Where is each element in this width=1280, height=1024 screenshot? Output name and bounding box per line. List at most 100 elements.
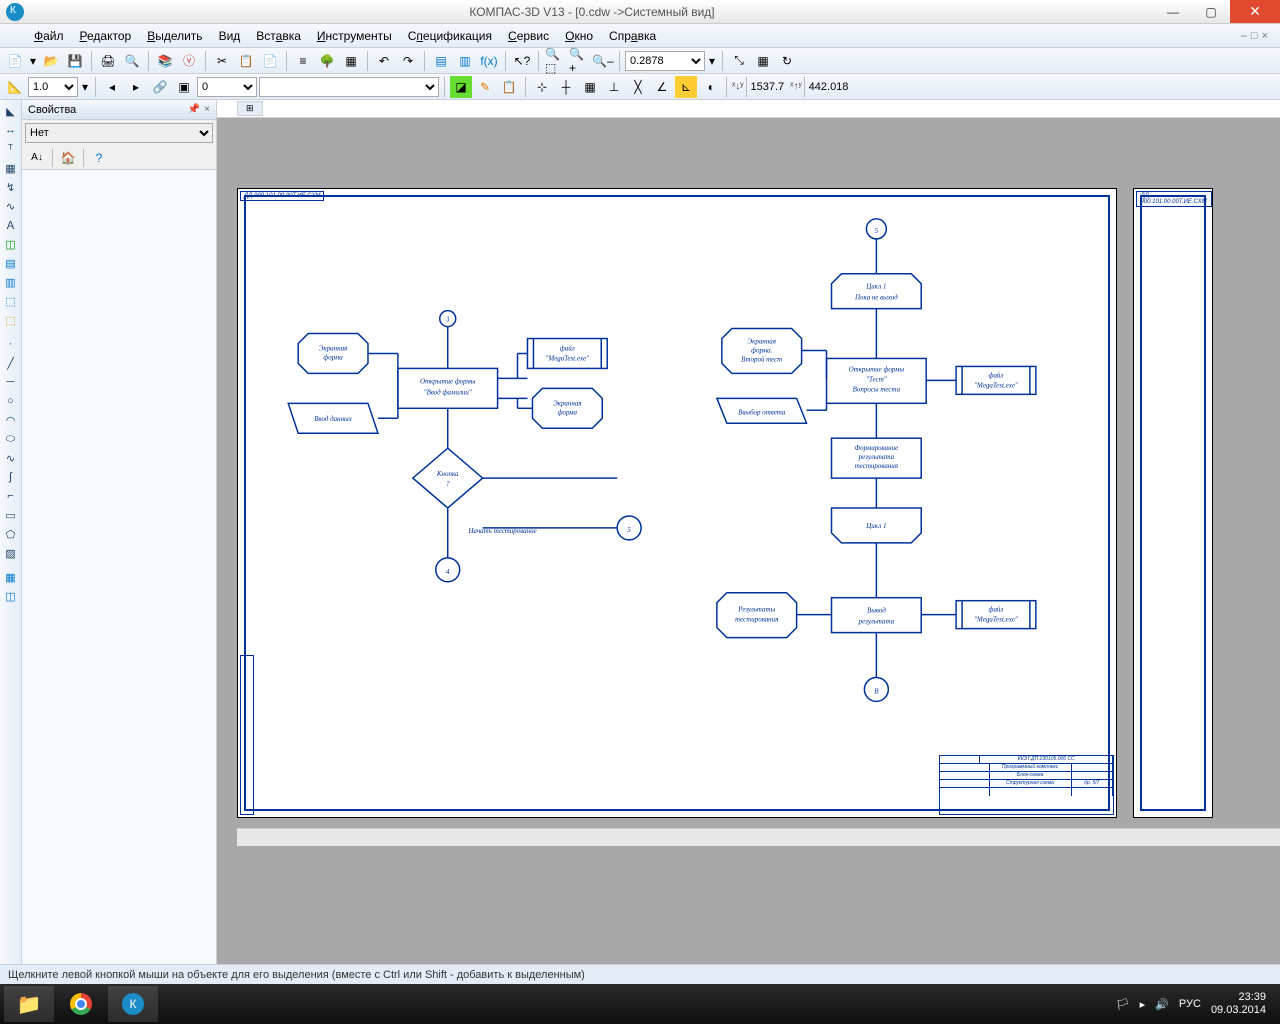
new-button[interactable]: 📄 (4, 50, 26, 72)
menu-view[interactable]: Вид (211, 26, 249, 46)
menu-edit[interactable]: Редактор (72, 26, 140, 46)
undo-button[interactable]: ↶ (373, 50, 395, 72)
open-button[interactable]: 📂 (40, 50, 62, 72)
geom-tool[interactable]: ◣ (1, 102, 21, 120)
kompas-taskbar-icon[interactable]: К (108, 986, 158, 1022)
snap-mid-button[interactable]: ┼ (555, 76, 577, 98)
tray-action-icon[interactable]: ▸ (1140, 998, 1146, 1011)
state-button[interactable]: 📋 (498, 76, 520, 98)
chrome-taskbar-icon[interactable] (56, 986, 106, 1022)
layers-button[interactable]: ▦ (340, 50, 362, 72)
menu-file[interactable]: Файл (26, 26, 72, 46)
scale-combo[interactable]: 1.0 (28, 77, 78, 97)
hline-tool[interactable]: ─ (1, 373, 21, 391)
pin-icon[interactable]: 📌 (188, 104, 200, 115)
save-button[interactable]: 💾 (64, 50, 86, 72)
zoom-out-button[interactable]: 🔍– (592, 50, 614, 72)
vars-button[interactable]: ⓥ (178, 50, 200, 72)
props-sort-button[interactable]: A↓ (26, 147, 48, 169)
edit-tool[interactable]: ↯ (1, 178, 21, 196)
measure-tool[interactable]: Ａ (1, 216, 21, 234)
zoom-combo[interactable]: 0.2878 (625, 51, 705, 71)
poly-tool[interactable]: ⬠ (1, 525, 21, 543)
fit-button[interactable]: ▦ (752, 50, 774, 72)
line-tool[interactable]: ╱ (1, 354, 21, 372)
menu-insert[interactable]: Вставка (248, 26, 309, 46)
curve-tool[interactable]: ʃ (1, 468, 21, 486)
print-button[interactable]: 🖨 (97, 50, 119, 72)
views2-tool[interactable]: ◫ (1, 587, 21, 605)
text-tool[interactable]: ᵀ (1, 140, 21, 158)
minimize-button[interactable]: — (1154, 0, 1192, 23)
assoc-button[interactable]: 🔗 (149, 76, 171, 98)
fx-button[interactable]: f(x) (478, 50, 500, 72)
doc-tab[interactable]: ⊞ (237, 101, 263, 116)
ortho-button[interactable]: ⊾ (675, 76, 697, 98)
edit-button[interactable]: ✎ (474, 76, 496, 98)
props-help-button[interactable]: ? (88, 147, 110, 169)
zoom-dropdown-icon[interactable]: ▾ (707, 50, 717, 72)
canvas[interactable]: ДД 900.101.00.00Т.ИЕ.СХМ 3 Экраннаяформа… (217, 118, 1280, 964)
snap-grid-button[interactable]: ▦ (579, 76, 601, 98)
round-button[interactable]: ◖ (699, 76, 721, 98)
maximize-button[interactable]: ▢ (1192, 0, 1230, 23)
new-dropdown-icon[interactable]: ▾ (28, 50, 38, 72)
rect-tool[interactable]: ▭ (1, 506, 21, 524)
assoc-tool[interactable]: ⬚ (1, 292, 21, 310)
point-tool[interactable]: · (1, 335, 21, 353)
cut-button[interactable]: ✂ (211, 50, 233, 72)
props-combo[interactable]: Нет (25, 123, 213, 143)
dim-tool[interactable]: ↔ (1, 121, 21, 139)
angle-button[interactable]: ∠ (651, 76, 673, 98)
zoom-in-button[interactable]: 🔍+ (568, 50, 590, 72)
scrollbar-h[interactable] (237, 828, 1280, 846)
tray-sound-icon[interactable]: 🔊 (1155, 998, 1169, 1011)
snap-perp-button[interactable]: ⊥ (603, 76, 625, 98)
copy-button[interactable]: 📋 (235, 50, 257, 72)
menu-tools[interactable]: Инструменты (309, 26, 400, 46)
tree-button[interactable]: 🌳 (316, 50, 338, 72)
mdi-max-icon[interactable]: □ (1251, 30, 1258, 42)
hatch-tool[interactable]: ◫ (1, 235, 21, 253)
ellipse-tool[interactable]: ⬭ (1, 430, 21, 448)
spline-tool[interactable]: ∿ (1, 449, 21, 467)
doc-icon2[interactable]: 📐 (4, 76, 26, 98)
menu-select[interactable]: Выделить (139, 26, 210, 46)
library-button[interactable]: 📚 (154, 50, 176, 72)
style-prev-button[interactable]: ◂ (101, 76, 123, 98)
mdi-min-icon[interactable]: – (1241, 30, 1247, 42)
snap-end-button[interactable]: ⊹ (531, 76, 553, 98)
zoom-window-button[interactable]: 🔍⬚ (544, 50, 566, 72)
props-close-icon[interactable]: × (204, 104, 210, 115)
spec-tool[interactable]: ▤ (1, 254, 21, 272)
assoc2-tool[interactable]: ⬚ (1, 311, 21, 329)
redo-button[interactable]: ↷ (397, 50, 419, 72)
layer-color-button[interactable]: ◪ (450, 76, 472, 98)
mdi-close-icon[interactable]: × (1262, 30, 1268, 42)
pan-button[interactable]: ⤡ (728, 50, 750, 72)
paste-button[interactable]: 📄 (259, 50, 281, 72)
snap-intersect-button[interactable]: ╳ (627, 76, 649, 98)
menu-window[interactable]: Окно (557, 26, 601, 46)
style-icon[interactable]: ▣ (173, 76, 195, 98)
stylename-combo[interactable] (259, 77, 439, 97)
tray-flag-icon[interactable]: 🏳 (1116, 998, 1130, 1011)
views-tool[interactable]: ▦ (1, 568, 21, 586)
props-button[interactable]: ≡ (292, 50, 314, 72)
explorer-taskbar-icon[interactable]: 📁 (4, 986, 54, 1022)
refresh-button[interactable]: ↻ (776, 50, 798, 72)
menu-service[interactable]: Сервис (500, 26, 557, 46)
spec-button[interactable]: ▤ (430, 50, 452, 72)
fillet-tool[interactable]: ⌐ (1, 487, 21, 505)
stylenum-combo[interactable]: 0 (197, 77, 257, 97)
scale-dropdown-icon[interactable]: ▾ (80, 76, 90, 98)
tray-clock[interactable]: 23:39 09.03.2014 (1211, 991, 1266, 1017)
menu-help[interactable]: Справка (601, 26, 664, 46)
close-button[interactable]: ✕ (1230, 0, 1280, 23)
menu-spec[interactable]: Спецификация (400, 26, 500, 46)
arc-tool[interactable]: ◠ (1, 411, 21, 429)
tray-lang[interactable]: РУС (1179, 998, 1201, 1010)
circle-tool[interactable]: ○ (1, 392, 21, 410)
hatch2-tool[interactable]: ▨ (1, 544, 21, 562)
grid-tool[interactable]: ▦ (1, 159, 21, 177)
